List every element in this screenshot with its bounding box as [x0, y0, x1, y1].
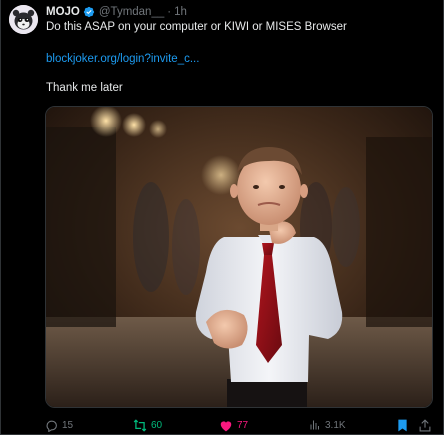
separator-dot: ·	[167, 6, 172, 18]
avatar[interactable]	[9, 5, 38, 34]
heart-icon	[219, 419, 233, 432]
views-button[interactable]: 3.1K	[309, 416, 346, 434]
bookmark-button[interactable]	[397, 416, 408, 434]
author-handle[interactable]: @Tymdan__	[99, 6, 164, 18]
views-icon	[309, 419, 321, 431]
bookmark-icon	[397, 419, 408, 432]
share-button[interactable]	[419, 416, 431, 434]
view-count: 3.1K	[325, 419, 346, 431]
tweet-header: MOJO @Tymdan__ · 1h	[46, 4, 187, 20]
reply-button[interactable]: 15	[45, 416, 73, 434]
tweet-text-line: Do this ASAP on your computer or KIWI or…	[46, 21, 347, 33]
action-bar: 15 60 77 3.1K	[45, 416, 433, 434]
reply-count: 15	[62, 419, 74, 431]
share-icon	[419, 418, 431, 432]
like-button[interactable]: 77	[219, 416, 248, 434]
verified-badge-icon	[83, 6, 95, 18]
repost-icon	[133, 418, 147, 432]
like-count: 77	[237, 419, 249, 431]
repost-count: 60	[151, 419, 163, 431]
tweet-image[interactable]	[45, 106, 433, 408]
timestamp[interactable]: 1h	[174, 6, 187, 18]
reply-icon	[45, 419, 58, 432]
author-name[interactable]: MOJO	[46, 6, 80, 18]
tweet-link[interactable]: blockjoker.org/login?invite_c...	[46, 53, 199, 65]
tweet-card[interactable]: MOJO @Tymdan__ · 1h Do this ASAP on your…	[0, 0, 444, 435]
tweet-text-line: Thank me later	[46, 82, 123, 94]
repost-button[interactable]: 60	[133, 416, 162, 434]
